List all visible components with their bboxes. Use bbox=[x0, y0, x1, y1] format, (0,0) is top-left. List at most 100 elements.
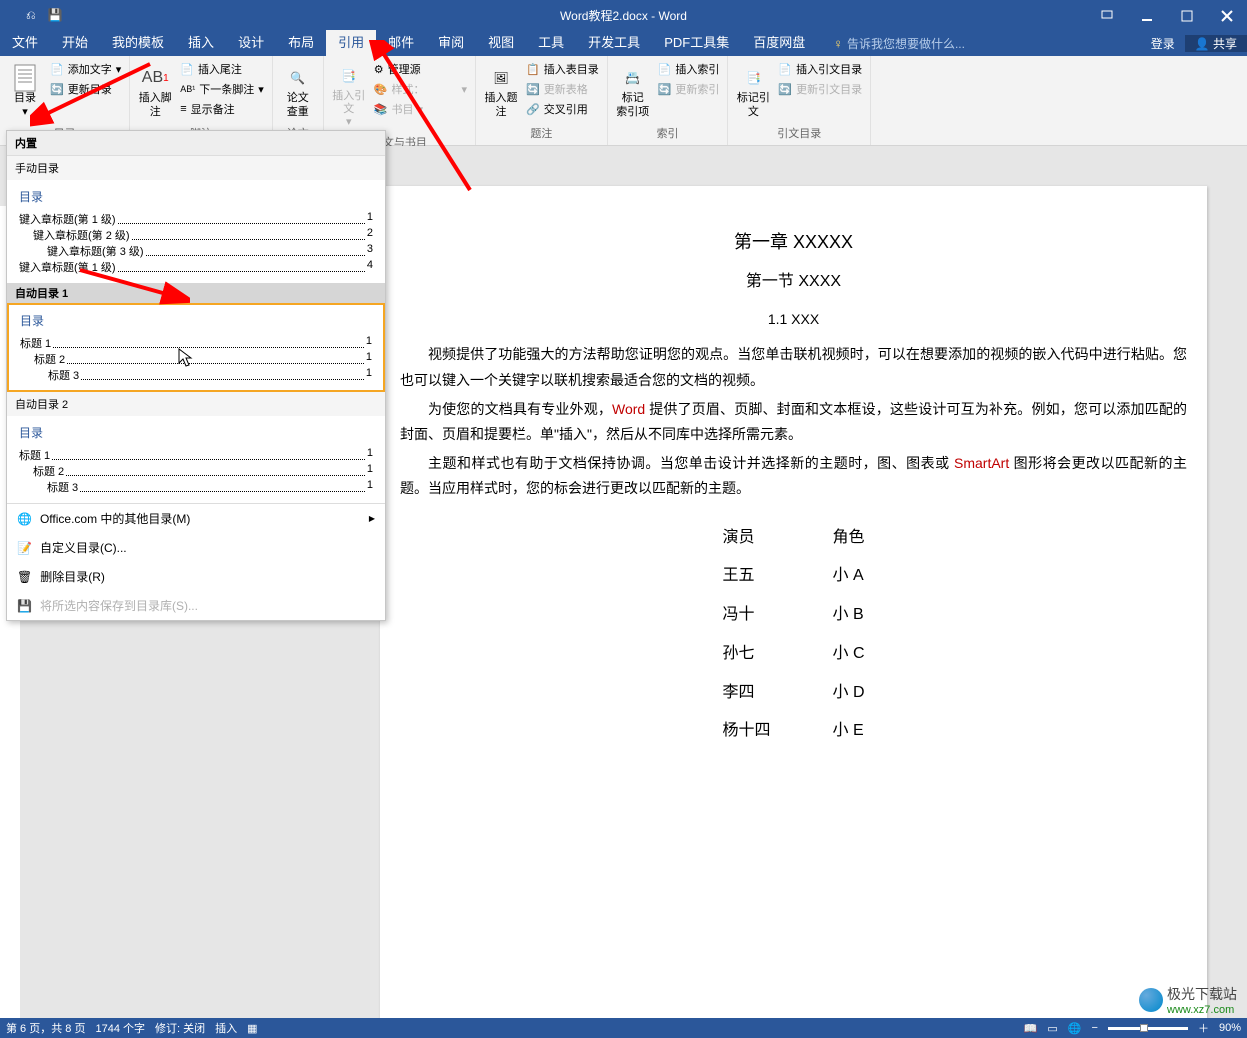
toc-remove[interactable]: 🗑删除目录(R) bbox=[7, 562, 385, 591]
status-words[interactable]: 1744 个字 bbox=[95, 1020, 145, 1036]
tab-references[interactable]: 引用 bbox=[326, 30, 376, 56]
tab-view[interactable]: 视图 bbox=[476, 30, 526, 56]
paragraph[interactable]: 为使您的文档具有专业外观，Word 提供了页眉、页脚、封面和文本框设，这些设计可… bbox=[400, 397, 1187, 447]
status-insert[interactable]: 插入 bbox=[215, 1020, 237, 1036]
group-index: 📇 标记 索引项 📄插入索引 🔄更新索引 索引 bbox=[608, 56, 729, 145]
mark-citation-button[interactable]: 📑 标记引文 bbox=[734, 60, 772, 123]
tell-me-input[interactable]: 告诉我您想要做什么... bbox=[847, 35, 965, 52]
tab-mytemplates[interactable]: 我的模板 bbox=[100, 30, 176, 56]
add-text-button[interactable]: 📄添加文字 ▾ bbox=[48, 60, 123, 78]
custom-toc-icon: 📝 bbox=[17, 541, 32, 555]
toc-custom[interactable]: 📝自定义目录(C)... bbox=[7, 533, 385, 562]
update-table-button[interactable]: 🔄更新表格 bbox=[524, 80, 601, 98]
group-cite-toc: 📑 标记引文 📄插入引文目录 🔄更新引文目录 引文目录 bbox=[728, 56, 871, 145]
tab-home[interactable]: 开始 bbox=[50, 30, 100, 56]
ab-icon: AB1 bbox=[141, 64, 169, 92]
macro-icon[interactable]: ▦ bbox=[247, 1022, 257, 1035]
paragraph[interactable]: 视频提供了功能强大的方法帮助您证明您的观点。当您单击联机视频时，可以在想要添加的… bbox=[400, 342, 1187, 392]
cross-ref-button[interactable]: 🔗交叉引用 bbox=[524, 100, 601, 118]
tab-pdf[interactable]: PDF工具集 bbox=[652, 30, 741, 56]
tab-developer[interactable]: 开发工具 bbox=[576, 30, 652, 56]
insert-index-button[interactable]: 📄插入索引 bbox=[656, 60, 722, 78]
toc-gallery-dropdown[interactable]: 内置 手动目录 目录 键入章标题(第 1 级)1键入章标题(第 2 级)2键入章… bbox=[6, 130, 386, 621]
table-row: 演员角色 bbox=[692, 520, 894, 557]
tab-review[interactable]: 审阅 bbox=[426, 30, 476, 56]
bibliography-button[interactable]: 📚书目 ▾ bbox=[372, 100, 469, 118]
login-button[interactable]: 登录 bbox=[1141, 35, 1185, 52]
update-cite-toc-button[interactable]: 🔄更新引文目录 bbox=[776, 80, 864, 98]
tab-mailings[interactable]: 邮件 bbox=[376, 30, 426, 56]
save-sel-icon: 💾 bbox=[17, 599, 32, 613]
toc-line: 标题 31 bbox=[20, 367, 372, 383]
toc-save-selection: 💾将所选内容保存到目录库(S)... bbox=[7, 591, 385, 620]
toc-more-office[interactable]: 🌐Office.com 中的其他目录(M)▶ bbox=[7, 504, 385, 533]
ribbon-tabs: 文件 开始 我的模板 插入 设计 布局 引用 邮件 审阅 视图 工具 开发工具 … bbox=[0, 30, 1247, 56]
table-row: 孙七小 C bbox=[692, 636, 894, 673]
title-bar: ⎌ 💾 Word教程2.docx - Word bbox=[0, 0, 1247, 30]
view-web-icon[interactable]: 🌐 bbox=[1068, 1022, 1082, 1035]
view-read-icon[interactable]: 📖 bbox=[1024, 1022, 1038, 1035]
zoom-in-button[interactable]: ＋ bbox=[1198, 1020, 1209, 1036]
insert-cite-toc-button[interactable]: 📄插入引文目录 bbox=[776, 60, 864, 78]
style-dropdown[interactable]: 🎨样式： ▾ bbox=[372, 80, 469, 98]
share-button[interactable]: 👤 共享 bbox=[1185, 35, 1247, 52]
toc-auto2-title[interactable]: 自动目录 2 bbox=[7, 392, 385, 416]
tab-tools[interactable]: 工具 bbox=[526, 30, 576, 56]
heading-sub[interactable]: 1.1 XXX bbox=[400, 307, 1187, 332]
close-icon[interactable] bbox=[1207, 0, 1247, 30]
toc-line: 标题 11 bbox=[20, 335, 372, 351]
qat-save-icon[interactable]: 💾 bbox=[42, 8, 69, 22]
insert-citation-button[interactable]: 📑 插入引文▾ bbox=[330, 60, 368, 132]
status-page[interactable]: 第 6 页，共 8 页 bbox=[6, 1020, 85, 1036]
toc-auto2-preview[interactable]: 目录 标题 11标题 21标题 31 bbox=[7, 416, 385, 503]
tab-layout[interactable]: 布局 bbox=[276, 30, 326, 56]
mark-citation-icon: 📑 bbox=[739, 64, 767, 92]
magnifier-icon: 🔍 bbox=[284, 64, 312, 92]
index-icon: 📇 bbox=[619, 64, 647, 92]
heading-chapter[interactable]: 第一章 XXXXX bbox=[400, 226, 1187, 258]
group-label-caption: 题注 bbox=[482, 123, 601, 141]
insert-footnote-button[interactable]: AB1 插入脚注 bbox=[136, 60, 174, 123]
toc-line: 键入章标题(第 1 级)1 bbox=[19, 211, 373, 227]
toc-line: 标题 21 bbox=[19, 463, 373, 479]
toc-manual-preview[interactable]: 目录 键入章标题(第 1 级)1键入章标题(第 2 级)2键入章标题(第 3 级… bbox=[7, 180, 385, 283]
insert-tof-button[interactable]: 📋插入表目录 bbox=[524, 60, 601, 78]
view-print-icon[interactable]: ▭ bbox=[1047, 1022, 1057, 1035]
update-toc-button[interactable]: 🔄更新目录 bbox=[48, 80, 123, 98]
show-notes-button[interactable]: ≡显示备注 bbox=[178, 100, 266, 118]
ribbon-display-icon[interactable] bbox=[1087, 0, 1127, 30]
toc-auto1-preview[interactable]: 目录 标题 11标题 21标题 31 bbox=[7, 303, 385, 392]
toc-auto1-title[interactable]: 自动目录 1 bbox=[7, 283, 385, 303]
tab-file[interactable]: 文件 bbox=[0, 30, 50, 56]
status-revise[interactable]: 修订: 关闭 bbox=[155, 1020, 205, 1036]
manage-sources-button[interactable]: ⚙管理源 bbox=[372, 60, 469, 78]
mark-index-button[interactable]: 📇 标记 索引项 bbox=[614, 60, 652, 123]
zoom-percent[interactable]: 90% bbox=[1219, 1022, 1241, 1034]
tab-baidu[interactable]: 百度网盘 bbox=[741, 30, 817, 56]
toc-manual-title[interactable]: 手动目录 bbox=[7, 156, 385, 180]
zoom-out-button[interactable]: − bbox=[1092, 1022, 1098, 1034]
insert-endnote-button[interactable]: 📄插入尾注 bbox=[178, 60, 266, 78]
paper-check-button[interactable]: 🔍 论文 查重 bbox=[279, 60, 317, 123]
zoom-slider[interactable] bbox=[1108, 1027, 1188, 1030]
tab-design[interactable]: 设计 bbox=[226, 30, 276, 56]
insert-caption-button[interactable]: 🖼 插入题注 bbox=[482, 60, 520, 123]
heading-section[interactable]: 第一节 XXXX bbox=[400, 268, 1187, 297]
toc-line: 键入章标题(第 3 级)3 bbox=[19, 243, 373, 259]
table-row: 冯十小 B bbox=[692, 597, 894, 634]
bulb-icon: ♀ bbox=[829, 36, 847, 51]
tab-insert[interactable]: 插入 bbox=[176, 30, 226, 56]
document-page[interactable]: 第一章 XXXXX 第一节 XXXX 1.1 XXX 视频提供了功能强大的方法帮… bbox=[380, 186, 1207, 1018]
toc-builtin-header: 内置 bbox=[7, 131, 385, 156]
toc-line: 标题 11 bbox=[19, 447, 373, 463]
maximize-icon[interactable] bbox=[1167, 0, 1207, 30]
paragraph[interactable]: 主题和样式也有助于文档保持协调。当您单击设计并选择新的主题时，图、图表或 Sma… bbox=[400, 451, 1187, 501]
group-caption: 🖼 插入题注 📋插入表目录 🔄更新表格 🔗交叉引用 题注 bbox=[476, 56, 608, 145]
toc-button[interactable]: 目录▾ bbox=[6, 60, 44, 123]
qat-autosave-icon[interactable]: ⎌ bbox=[20, 8, 42, 23]
next-footnote-button[interactable]: AB¹下一条脚注 ▾ bbox=[178, 80, 266, 98]
minimize-icon[interactable] bbox=[1127, 0, 1167, 30]
cast-table[interactable]: 演员角色 王五小 A 冯十小 B 孙七小 C 李四小 D 杨十四小 E bbox=[690, 518, 896, 753]
update-index-button[interactable]: 🔄更新索引 bbox=[656, 80, 722, 98]
globe-icon: 🌐 bbox=[17, 512, 32, 526]
